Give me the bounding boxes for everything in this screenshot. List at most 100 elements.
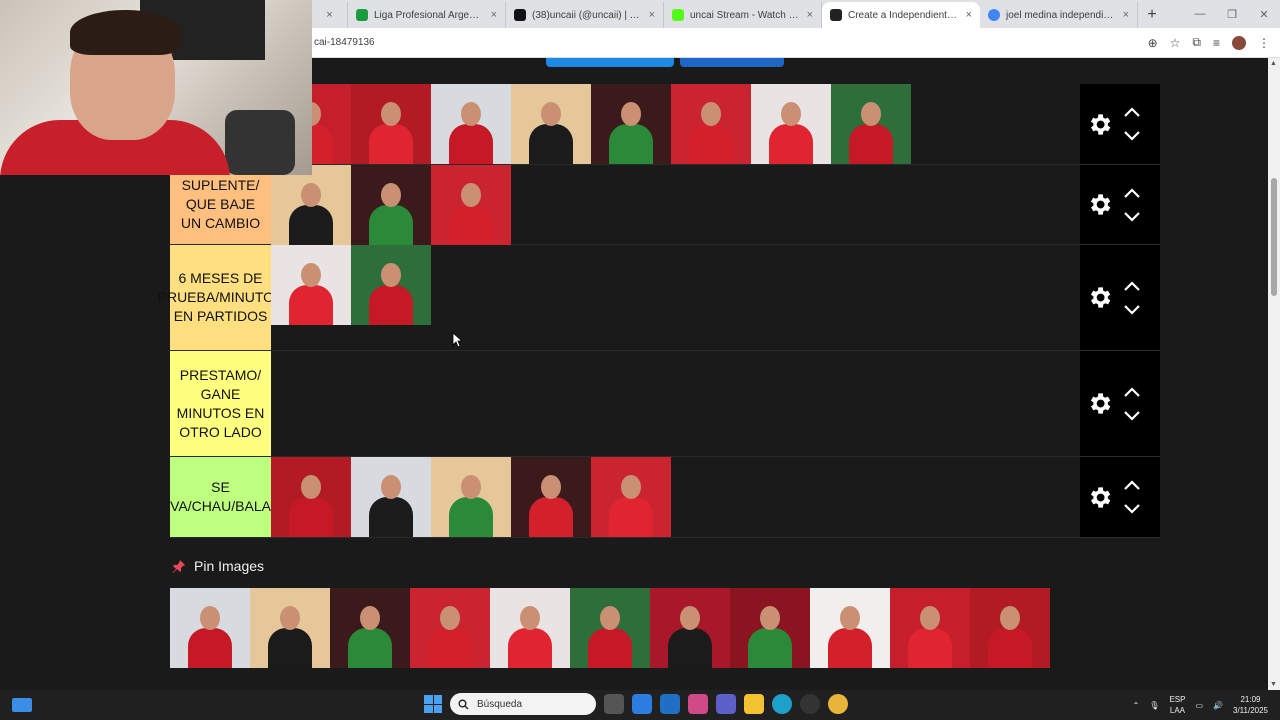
player-card[interactable] — [591, 84, 671, 164]
minimize-icon[interactable]: — — [1184, 0, 1216, 28]
browser-tab[interactable]: Liga Profesional Argentina - PC × — [348, 2, 506, 28]
download-button-edge[interactable] — [680, 58, 784, 67]
move-down-chevron-icon[interactable] — [1123, 503, 1141, 514]
profile-avatar[interactable] — [1232, 35, 1246, 50]
close-tab-icon[interactable]: × — [326, 9, 332, 21]
file-explorer-icon[interactable] — [744, 694, 764, 714]
close-tab-icon[interactable]: × — [966, 9, 972, 21]
new-tab-button[interactable]: + — [1138, 2, 1166, 28]
edge-icon[interactable] — [772, 694, 792, 714]
windows-start-icon[interactable] — [424, 695, 442, 713]
settings-gear-icon[interactable] — [1086, 284, 1113, 311]
player-card[interactable] — [330, 588, 410, 668]
obs-icon[interactable] — [800, 694, 820, 714]
move-down-chevron-icon[interactable] — [1123, 304, 1141, 315]
move-up-chevron-icon[interactable] — [1123, 480, 1141, 491]
player-card[interactable] — [271, 165, 351, 245]
browser-tab[interactable]: (38)uncaii (@uncaii) | TikTok × — [506, 2, 664, 28]
player-card[interactable] — [250, 588, 330, 668]
player-kit — [289, 205, 333, 245]
player-head — [920, 606, 940, 630]
player-card[interactable] — [591, 457, 671, 537]
settings-gear-icon[interactable] — [1086, 191, 1113, 218]
player-card[interactable] — [170, 588, 250, 668]
close-tab-icon[interactable]: × — [491, 9, 497, 21]
move-down-chevron-icon[interactable] — [1123, 211, 1141, 222]
move-up-chevron-icon[interactable] — [1123, 187, 1141, 199]
player-card[interactable] — [351, 245, 431, 325]
network-icon[interactable]: ▭ — [1195, 701, 1203, 710]
chrome-icon[interactable] — [828, 694, 848, 714]
scrollbar-thumb[interactable] — [1271, 178, 1277, 296]
close-window-icon[interactable]: ✕ — [1248, 0, 1280, 28]
player-card[interactable] — [431, 165, 511, 245]
browser-tab[interactable]: joel medina independiente - Bu × — [980, 2, 1138, 28]
taskbar-clock[interactable]: 21:09 3/11/2025 — [1233, 694, 1268, 716]
player-card[interactable] — [351, 457, 431, 537]
tier-label[interactable]: SE VA/CHAU/BALA — [170, 457, 271, 537]
scroll-down-arrow-icon[interactable]: ▼ — [1270, 681, 1277, 688]
player-card[interactable] — [751, 84, 831, 164]
player-card[interactable] — [671, 84, 751, 164]
page-scrollbar[interactable]: ▲ ▼ — [1268, 58, 1280, 690]
store-icon[interactable] — [632, 694, 652, 714]
close-tab-icon[interactable]: × — [649, 9, 655, 21]
player-card[interactable] — [650, 588, 730, 668]
player-card[interactable] — [511, 84, 591, 164]
settings-gear-icon[interactable] — [1086, 111, 1113, 138]
player-card[interactable] — [890, 588, 970, 668]
bookmark-star-icon[interactable]: ☆ — [1170, 36, 1181, 50]
player-card[interactable] — [511, 457, 591, 537]
settings-gear-icon[interactable] — [1086, 484, 1113, 511]
menu-dots-icon[interactable]: ⋮ — [1258, 36, 1270, 50]
save-button-edge[interactable] — [546, 58, 674, 67]
move-down-chevron-icon[interactable] — [1123, 130, 1141, 141]
player-card[interactable] — [431, 457, 511, 537]
widgets-icon[interactable] — [12, 698, 32, 712]
player-card[interactable] — [351, 84, 431, 164]
player-card[interactable] — [431, 84, 511, 164]
scroll-up-arrow-icon[interactable]: ▲ — [1270, 60, 1277, 67]
close-tab-icon[interactable]: × — [1123, 9, 1129, 21]
browser-tab-active[interactable]: Create a Independiente 25/26 T × — [822, 2, 980, 28]
move-up-chevron-icon[interactable] — [1123, 107, 1141, 118]
player-card[interactable] — [970, 588, 1050, 668]
url-text[interactable]: cai-18479136 — [312, 37, 375, 48]
search-placeholder: Búsqueda — [477, 698, 523, 710]
close-tab-icon[interactable]: × — [807, 9, 813, 21]
browser-tab[interactable]: uncai Stream - Watch Live on K × — [664, 2, 822, 28]
player-card[interactable] — [730, 588, 810, 668]
player-card[interactable] — [831, 84, 911, 164]
player-card[interactable] — [271, 457, 351, 537]
player-card[interactable] — [351, 165, 431, 245]
mic-tray-icon[interactable]: 🎙 — [1149, 701, 1159, 710]
move-up-chevron-icon[interactable] — [1123, 280, 1141, 292]
task-view-icon[interactable] — [604, 694, 624, 714]
outlook-icon[interactable] — [660, 694, 680, 714]
tab-title: uncai Stream - Watch Live on K — [690, 9, 801, 21]
taskbar-search[interactable]: Búsqueda — [450, 693, 596, 715]
teams-icon[interactable] — [716, 694, 736, 714]
tier-label[interactable]: 6 MESES DE PRUEBA/MINUTOS EN PARTIDOS — [158, 245, 283, 350]
extensions-icon[interactable]: ⧉ — [1192, 35, 1201, 50]
copilot-icon[interactable] — [688, 694, 708, 714]
maximize-icon[interactable]: ❐ — [1216, 0, 1248, 28]
reading-list-icon[interactable]: ≡ — [1213, 36, 1220, 50]
language-indicator[interactable]: ESP LAA — [1169, 694, 1185, 716]
tab-title: (38)uncaii (@uncaii) | TikTok — [532, 9, 643, 21]
browser-tab[interactable]: × — [312, 2, 348, 28]
tier-label[interactable]: SUPLENTE/ QUE BAJE UN CAMBIO — [170, 165, 271, 244]
address-bar[interactable]: cai-18479136 ⊕ ☆ ⧉ ≡ ⋮ — [312, 28, 1280, 58]
player-card[interactable] — [570, 588, 650, 668]
zoom-icon[interactable]: ⊕ — [1148, 36, 1158, 50]
player-card[interactable] — [490, 588, 570, 668]
volume-icon[interactable]: 🔊 — [1213, 701, 1223, 710]
move-up-chevron-icon[interactable] — [1123, 386, 1141, 398]
move-down-chevron-icon[interactable] — [1123, 410, 1141, 421]
tier-label[interactable]: PRESTAMO/ GANE MINUTOS EN OTRO LADO — [170, 351, 271, 456]
player-card[interactable] — [271, 245, 351, 325]
tray-chevron-icon[interactable]: ⌃ — [1133, 701, 1140, 710]
settings-gear-icon[interactable] — [1086, 390, 1113, 417]
player-card[interactable] — [810, 588, 890, 668]
player-card[interactable] — [410, 588, 490, 668]
